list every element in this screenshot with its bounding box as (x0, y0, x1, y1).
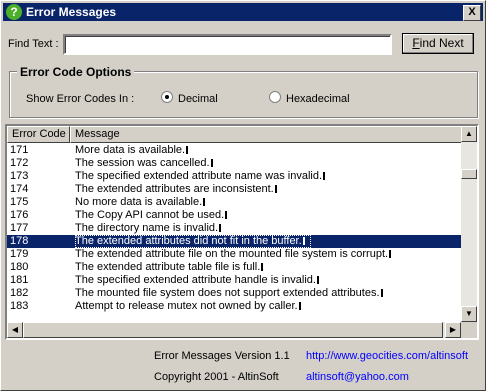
error-message-text: The extended attribute file on the mount… (75, 248, 389, 260)
close-button[interactable]: X (463, 5, 481, 21)
error-code-cell: 177 (10, 222, 29, 234)
horizontal-scrollbar[interactable]: ◀ ▶ (7, 322, 461, 338)
line-break-glyph-icon (316, 276, 319, 284)
error-message-cell: The extended attributes did not fit in t… (75, 235, 311, 248)
error-code-cell: 175 (10, 196, 29, 208)
line-break-glyph-icon (210, 159, 213, 167)
horizontal-scroll-thumb[interactable] (23, 322, 443, 338)
homepage-link[interactable]: http://www.geocities.com/altinsoft (306, 350, 468, 362)
list-item[interactable]: 174 The extended attributes are inconsist… (7, 183, 463, 196)
scroll-corner (461, 322, 477, 338)
list-item[interactable]: 172 The session was cancelled. (7, 157, 463, 170)
line-break-glyph-icon (302, 237, 305, 245)
error-message-cell: The directory name is invalid. (75, 222, 222, 235)
error-message-text: No more data is available. (75, 196, 203, 208)
line-break-glyph-icon (380, 289, 383, 297)
error-message-cell: The Copy API cannot be used. (75, 209, 228, 222)
error-message-cell: No more data is available. (75, 196, 206, 209)
error-code-cell: 173 (10, 170, 29, 182)
error-message-text: The directory name is invalid. (75, 222, 219, 234)
line-break-glyph-icon (323, 172, 326, 180)
error-message-text: The Copy API cannot be used. (75, 209, 225, 221)
error-message-cell: The extended attributes are inconsistent… (75, 183, 277, 196)
window-title: Error Messages (26, 5, 117, 19)
error-message-text: The extended attribute table file is ful… (75, 261, 261, 273)
list-item[interactable]: 179 The extended attribute file on the mo… (7, 248, 463, 261)
list-item[interactable]: 183 Attempt to release mutex not owned by… (7, 300, 463, 313)
error-code-cell: 179 (10, 248, 29, 260)
show-codes-label: Show Error Codes In : (26, 93, 135, 105)
question-icon: ? (6, 4, 22, 20)
error-message-cell: More data is available. (75, 144, 189, 157)
error-message-cell: Attempt to release mutex not owned by ca… (75, 300, 301, 313)
error-code-cell: 176 (10, 209, 29, 221)
title-bar: ? Error Messages X (3, 3, 483, 21)
find-next-accel: F (412, 36, 420, 50)
line-break-glyph-icon (225, 211, 228, 219)
error-code-cell: 178 (10, 235, 29, 247)
error-message-text: The specified extended attribute handle … (75, 274, 316, 286)
error-message-cell: The specified extended attribute name wa… (75, 170, 326, 183)
list-item[interactable]: 176 The Copy API cannot be used. (7, 209, 463, 222)
error-code-cell: 183 (10, 300, 29, 312)
scroll-left-icon[interactable]: ◀ (7, 322, 23, 338)
line-break-glyph-icon (261, 263, 264, 271)
error-code-cell: 174 (10, 183, 29, 195)
version-text: Error Messages Version 1.1 (154, 350, 290, 362)
line-break-glyph-icon (274, 185, 277, 193)
copyright-text: Copyright 2001 - AltinSoft (154, 371, 279, 383)
error-message-cell: The specified extended attribute handle … (75, 274, 319, 287)
hexadecimal-radio[interactable] (269, 91, 281, 103)
find-text-label: Find Text : (8, 38, 59, 50)
find-next-button[interactable]: Find Next (402, 33, 474, 54)
list-item[interactable]: 177 The directory name is invalid. (7, 222, 463, 235)
error-message-text: The mounted file system does not support… (75, 287, 380, 299)
list-item[interactable]: 178 The extended attributes did not fit i… (7, 235, 463, 248)
decimal-radio[interactable] (161, 91, 173, 103)
list-item[interactable]: 173 The specified extended attribute name… (7, 170, 463, 183)
list-item[interactable]: 175 No more data is available. (7, 196, 463, 209)
error-message-text: The extended attributes did not fit in t… (75, 235, 302, 247)
hexadecimal-radio-label[interactable]: Hexadecimal (286, 93, 350, 105)
error-message-text: The session was cancelled. (75, 157, 210, 169)
column-header-message[interactable]: Message (70, 126, 463, 143)
find-next-label: ind Next (419, 36, 464, 50)
error-code-cell: 171 (10, 144, 29, 156)
line-break-glyph-icon (389, 250, 392, 258)
email-link[interactable]: altinsoft@yahoo.com (306, 371, 409, 383)
list-rows: 171 More data is available. 172 The session… (7, 144, 463, 313)
error-message-cell: The extended attribute table file is ful… (75, 261, 264, 274)
error-message-text: Attempt to release mutex not owned by ca… (75, 300, 298, 312)
error-message-cell: The mounted file system does not support… (75, 287, 383, 300)
error-message-text: The specified extended attribute name wa… (75, 170, 323, 182)
list-item[interactable]: 171 More data is available. (7, 144, 463, 157)
app-window: ? Error Messages X Find Text : Find Next… (0, 0, 486, 391)
error-message-text: The extended attributes are inconsistent… (75, 183, 274, 195)
error-list[interactable]: Error Code Message 171 More data is avail… (5, 124, 479, 340)
error-message-text: More data is available. (75, 144, 186, 156)
group-title: Error Code Options (17, 65, 135, 79)
find-text-input[interactable] (63, 34, 392, 55)
scroll-right-icon[interactable]: ▶ (445, 322, 461, 338)
error-message-cell: The extended attribute file on the mount… (75, 248, 392, 261)
line-break-glyph-icon (298, 302, 301, 310)
error-message-cell: The session was cancelled. (75, 157, 213, 170)
scroll-down-icon[interactable]: ▼ (461, 306, 477, 322)
line-break-glyph-icon (219, 224, 222, 232)
vertical-scroll-thumb[interactable] (461, 169, 477, 179)
list-item[interactable]: 180 The extended attribute table file is … (7, 261, 463, 274)
error-code-cell: 172 (10, 157, 29, 169)
vertical-scrollbar[interactable]: ▲ ▼ (461, 126, 477, 322)
line-break-glyph-icon (203, 198, 206, 206)
list-item[interactable]: 182 The mounted file system does not supp… (7, 287, 463, 300)
error-code-cell: 181 (10, 274, 29, 286)
error-code-cell: 182 (10, 287, 29, 299)
scroll-up-icon[interactable]: ▲ (461, 126, 477, 142)
decimal-radio-label[interactable]: Decimal (178, 93, 218, 105)
list-item[interactable]: 181 The specified extended attribute hand… (7, 274, 463, 287)
error-code-cell: 180 (10, 261, 29, 273)
column-header-code[interactable]: Error Code (7, 126, 70, 143)
line-break-glyph-icon (186, 146, 189, 154)
